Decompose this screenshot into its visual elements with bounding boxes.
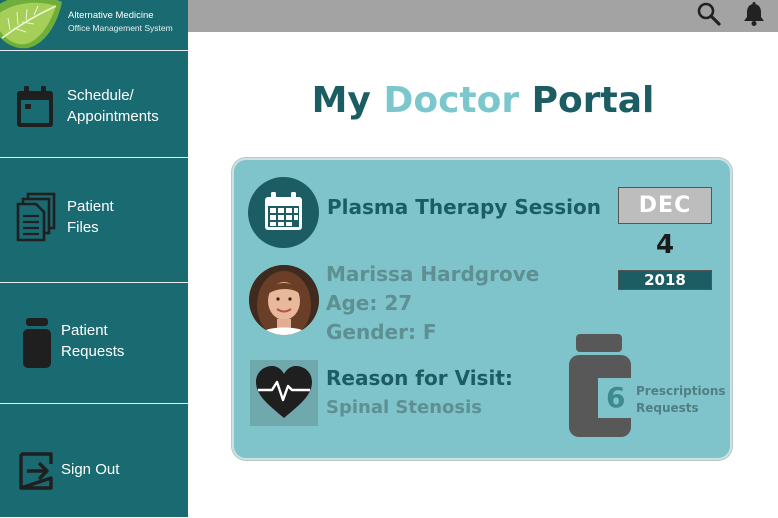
bottle-icon [23, 318, 51, 368]
sidebar-label-line1: Patient [67, 198, 114, 215]
sidebar-item-label: Patient Files [67, 196, 114, 238]
reason-value: Spinal Stenosis [326, 397, 482, 418]
sidebar-item-schedule[interactable]: Schedule/ Appointments [0, 50, 188, 158]
search-icon[interactable] [695, 0, 723, 28]
leaf-logo-icon [0, 0, 62, 49]
prescriptions-widget[interactable]: 6 Prescriptions Requests [568, 333, 728, 443]
prescriptions-count: 6 [606, 381, 626, 414]
patient-gender: Gender: F [326, 320, 437, 344]
sidebar-item-label: Patient Requests [61, 320, 124, 362]
date-day: 4 [655, 230, 675, 260]
app-subtitle: Office Management System [68, 23, 173, 33]
top-bar [188, 0, 778, 32]
heart-rate-icon [250, 360, 318, 426]
sidebar-label-line2: Appointments [67, 108, 159, 125]
calendar-badge-icon [248, 177, 319, 248]
sidebar-item-sign-out[interactable]: Sign Out [0, 403, 188, 518]
bell-icon[interactable] [740, 0, 768, 28]
sidebar-item-patient-requests[interactable]: Patient Requests [0, 282, 188, 404]
prescriptions-label: Prescriptions Requests [636, 383, 726, 417]
sign-out-icon [19, 452, 53, 490]
app-name: Alternative Medicine [68, 10, 154, 21]
reason-label: Reason for Visit: [326, 366, 513, 390]
page-title: My Doctor Portal [188, 80, 778, 121]
patient-name: Marissa Hardgrove [326, 262, 540, 286]
prescriptions-label-line2: Requests [636, 401, 699, 415]
patient-age: Age: 27 [326, 291, 413, 315]
sidebar-item-label: Schedule/ Appointments [67, 85, 159, 127]
sidebar-label-line1: Sign Out [61, 461, 120, 478]
sidebar-label-line1: Patient [61, 322, 108, 339]
sidebar-label-line2: Requests [61, 343, 125, 360]
files-icon [16, 192, 56, 242]
date-month: DEC [618, 187, 712, 224]
sidebar-item-label: Sign Out [61, 459, 119, 480]
prescriptions-label-line1: Prescriptions [636, 384, 726, 398]
sidebar-item-patient-files[interactable]: Patient Files [0, 157, 188, 283]
logo[interactable]: Alternative Medicine Office Management S… [0, 0, 188, 50]
title-word-my: My [311, 80, 371, 121]
session-title: Plasma Therapy Session [327, 195, 601, 219]
sidebar-label-line1: Schedule/ [67, 87, 134, 104]
sidebar: Alternative Medicine Office Management S… [0, 0, 188, 517]
calendar-icon [17, 86, 53, 127]
title-word-portal: Portal [531, 80, 655, 121]
date-year: 2018 [618, 270, 712, 290]
title-word-doctor: Doctor [383, 80, 520, 121]
patient-avatar [249, 265, 319, 335]
appointment-card[interactable]: Plasma Therapy Session Marissa Hardgrove… [232, 158, 732, 460]
sidebar-label-line2: Files [67, 219, 99, 236]
